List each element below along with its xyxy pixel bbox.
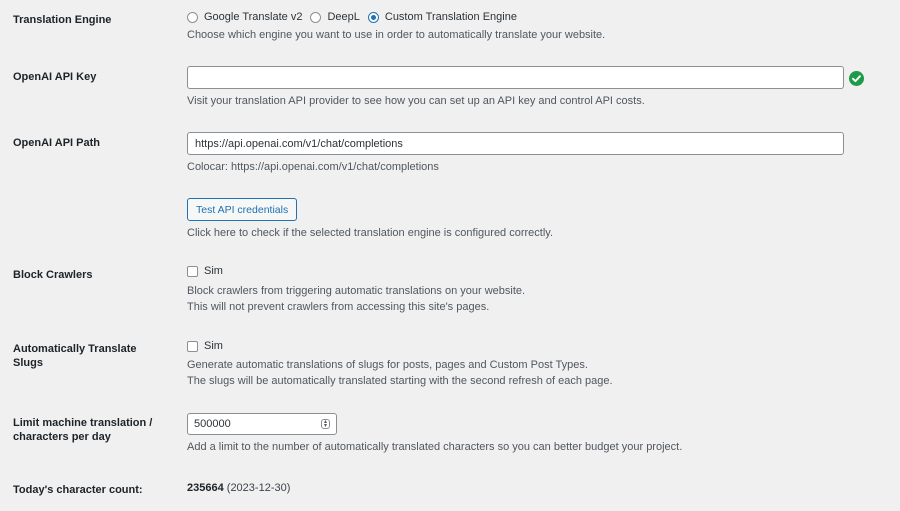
radio-custom-label[interactable]: Custom Translation Engine — [385, 11, 517, 23]
translate-slugs-description-1: Generate automatic translations of slugs… — [187, 359, 588, 371]
limit-number-input[interactable]: 500000 ▴ ▾ — [187, 413, 337, 435]
block-crawlers-checkbox[interactable] — [187, 265, 198, 277]
translate-slugs-label-2: Slugs — [13, 357, 43, 369]
api-key-description: Visit your translation API provider to s… — [187, 95, 645, 107]
engine-radio-group: Google Translate v2 DeepL Custom Transla… — [187, 10, 525, 24]
limit-value: 500000 — [194, 418, 231, 430]
limit-description: Add a limit to the number of automatical… — [187, 441, 683, 453]
block-crawlers-option: Sim — [187, 265, 223, 277]
block-crawlers-description-1: Block crawlers from triggering automatic… — [187, 285, 526, 297]
check-circle-icon — [849, 71, 864, 86]
block-crawlers-checkbox-label[interactable]: Sim — [204, 265, 223, 277]
translate-slugs-checkbox-label[interactable]: Sim — [204, 340, 223, 352]
stepper-icon[interactable]: ▴ ▾ — [321, 419, 330, 429]
api-path-description: Colocar: https://api.openai.com/v1/chat/… — [187, 161, 439, 173]
radio-google-label[interactable]: Google Translate v2 — [204, 11, 302, 23]
limit-label-2: characters per day — [13, 431, 111, 443]
api-key-input[interactable] — [187, 66, 844, 89]
block-crawlers-description-2: This will not prevent crawlers from acce… — [187, 301, 490, 313]
radio-deepl-label[interactable]: DeepL — [327, 11, 359, 23]
engine-description: Choose which engine you want to use in o… — [187, 29, 606, 41]
api-path-label: OpenAI API Path — [13, 137, 100, 149]
test-description: Click here to check if the selected tran… — [187, 227, 554, 239]
character-count-value: 235664 — [187, 482, 224, 494]
translation-engine-label: Translation Engine — [13, 14, 112, 26]
translate-slugs-option: Sim — [187, 340, 223, 352]
character-count-date: (2023-12-30) — [226, 482, 291, 494]
radio-deepl[interactable] — [310, 11, 322, 23]
api-key-label: OpenAI API Key — [13, 71, 97, 83]
test-api-credentials-button[interactable]: Test API credentials — [187, 198, 298, 221]
translate-slugs-description-2: The slugs will be automatically translat… — [187, 375, 613, 387]
translate-slugs-checkbox[interactable] — [187, 340, 198, 352]
block-crawlers-label: Block Crawlers — [13, 269, 93, 281]
limit-label-1: Limit machine translation / — [13, 417, 153, 429]
radio-google[interactable] — [187, 11, 198, 23]
character-count-label: Today's character count: — [13, 484, 143, 496]
api-path-input[interactable] — [187, 132, 844, 155]
translate-slugs-label-1: Automatically Translate — [13, 343, 137, 355]
radio-custom[interactable] — [367, 11, 379, 23]
character-count: 235664 (2023-12-30) — [187, 482, 290, 494]
